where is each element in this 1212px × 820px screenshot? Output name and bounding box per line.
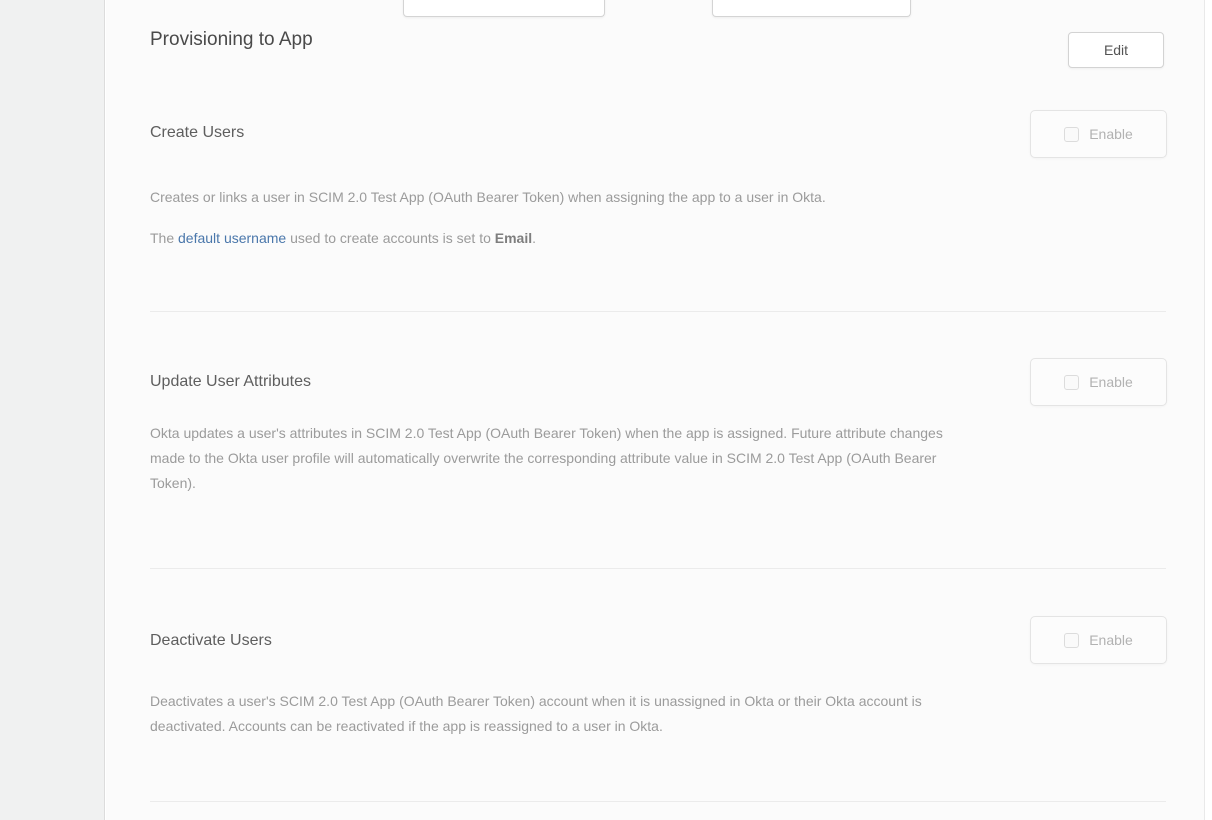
deactivate-users-description: Deactivates a user's SCIM 2.0 Test App (… <box>150 689 1168 739</box>
enable-toggle-deactivate-users[interactable]: Enable <box>1030 616 1167 664</box>
section-divider <box>150 568 1166 569</box>
partial-input-field-1[interactable] <box>403 0 605 17</box>
note-middle: used to create accounts is set to <box>286 230 495 246</box>
enable-label: Enable <box>1089 126 1133 142</box>
partial-input-field-2[interactable] <box>712 0 911 17</box>
update-user-attributes-description: Okta updates a user's attributes in SCIM… <box>150 421 1168 496</box>
enable-checkbox[interactable] <box>1064 375 1079 390</box>
create-users-description: Creates or links a user in SCIM 2.0 Test… <box>150 185 1168 210</box>
left-rail <box>0 0 105 820</box>
provisioning-content-panel: Provisioning to App Edit Create Users En… <box>106 0 1205 820</box>
note-suffix: . <box>532 230 536 246</box>
enable-label: Enable <box>1089 632 1133 648</box>
enable-checkbox[interactable] <box>1064 127 1079 142</box>
note-prefix: The <box>150 230 178 246</box>
section-divider <box>150 801 1166 802</box>
section-heading-update-user-attributes: Update User Attributes <box>150 373 311 391</box>
section-heading-create-users: Create Users <box>150 124 244 142</box>
enable-checkbox[interactable] <box>1064 633 1079 648</box>
provisioning-settings-page: Provisioning to App Edit Create Users En… <box>0 0 1212 820</box>
section-heading-deactivate-users: Deactivate Users <box>150 632 272 650</box>
enable-label: Enable <box>1089 374 1133 390</box>
note-email-value: Email <box>495 230 532 246</box>
default-username-link[interactable]: default username <box>178 230 286 246</box>
enable-toggle-create-users[interactable]: Enable <box>1030 110 1167 158</box>
edit-button[interactable]: Edit <box>1068 32 1164 68</box>
enable-toggle-update-user-attributes[interactable]: Enable <box>1030 358 1167 406</box>
create-users-username-note: The default username used to create acco… <box>150 226 1168 251</box>
page-title: Provisioning to App <box>150 29 313 51</box>
section-divider <box>150 311 1166 312</box>
